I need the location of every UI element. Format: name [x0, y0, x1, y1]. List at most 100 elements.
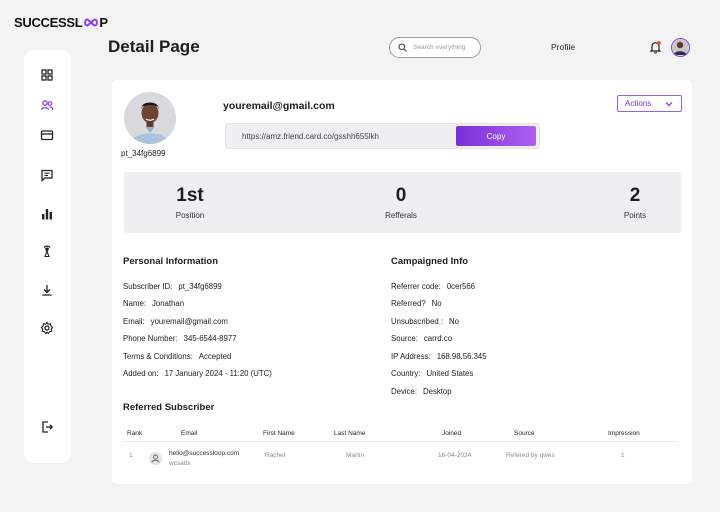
col-rank[interactable]: Rank [127, 430, 142, 437]
download-icon[interactable] [40, 283, 54, 297]
info-label: Device: [391, 387, 417, 396]
users-icon[interactable] [40, 98, 54, 112]
sidebar [24, 50, 71, 463]
stat-referrals: 0 Refferals [361, 185, 441, 220]
info-label: Name: [123, 299, 146, 308]
info-terms: Terms & Conditions: Accepted [123, 352, 231, 361]
stat-label: Points [623, 211, 647, 220]
info-email: Email: youremail@gmail.com [123, 317, 228, 326]
message-icon[interactable] [40, 168, 54, 182]
info-label: Subscriber ID: [123, 282, 173, 291]
info-subscriber-id: Subscriber ID: pt_34fg6899 [123, 282, 222, 291]
info-country: Country: United States [391, 369, 473, 378]
info-label: Referred? [391, 299, 426, 308]
brand-logo: SUCCESSL P [14, 15, 108, 30]
stats-panel: 1st Position 0 Refferals 2 Points [124, 172, 681, 233]
info-phone: Phone Number: 345-6544-8977 [123, 334, 237, 343]
info-value: United States [426, 369, 474, 378]
dashboard-icon[interactable] [40, 68, 54, 82]
user-avatar[interactable] [671, 38, 690, 57]
info-value: No [431, 299, 442, 308]
stat-points: 2 Points [595, 185, 675, 220]
info-device: Device: Desktop [391, 387, 452, 396]
stat-value: 1st [176, 185, 204, 206]
profile-link[interactable]: Profile [551, 42, 575, 52]
brand-name-end: P [99, 15, 108, 30]
cell-first-name: Rachel [265, 452, 286, 459]
user-icon [151, 454, 160, 463]
info-value: youremail@gmail.com [150, 317, 228, 326]
col-source[interactable]: Source [514, 430, 535, 437]
stat-label: Position [175, 211, 205, 220]
broadcast-icon[interactable] [40, 244, 54, 258]
subscriber-photo [124, 92, 176, 144]
info-added-on: Added on: 17 January 2024 - 11:20 (UTC) [123, 369, 272, 378]
cell-joined: 16-04-2024 [438, 452, 472, 459]
col-first-name[interactable]: First Name [263, 430, 295, 437]
search-icon [398, 43, 407, 52]
cell-rank: 1 [129, 452, 133, 459]
info-value: pt_34fg6899 [178, 282, 222, 291]
cell-email-sub: wcsattx [169, 460, 191, 467]
settings-icon[interactable] [40, 321, 54, 335]
info-label: Referrer code: [391, 282, 441, 291]
info-value: Jonathan [151, 299, 185, 308]
referral-url[interactable]: https://amz.friend.card.co/gsshh655lkh [242, 132, 379, 141]
info-value: 168.98.56.345 [436, 352, 487, 361]
personal-info-heading: Personal Information [123, 256, 219, 267]
info-referred: Referred? No [391, 299, 442, 308]
stat-value: 0 [395, 185, 407, 206]
table-header: Rank Email First Name Last Name Joined S… [123, 425, 677, 442]
campaign-info-heading: Campaigned Info [391, 256, 469, 267]
referral-link-box: https://amz.friend.card.co/gsshh655lkh C… [225, 123, 540, 149]
referred-subscriber-heading: Referred Subscriber [123, 402, 215, 413]
info-value: 345-6544-8977 [183, 334, 237, 343]
logout-icon[interactable] [40, 420, 54, 434]
bell-icon[interactable] [649, 40, 662, 54]
info-label: IP Address: [391, 352, 431, 361]
info-unsubscribed: Unsubscribed : No [391, 317, 459, 326]
info-value: Desktop [423, 387, 452, 396]
info-value: No [449, 317, 459, 326]
search-input[interactable] [413, 44, 477, 51]
cell-source: Refered by qwes [506, 452, 555, 459]
copy-button[interactable]: Copy [456, 126, 536, 146]
info-label: Email: [123, 317, 145, 326]
page-title: Detail Page [108, 37, 200, 56]
cell-email: hello@successloop.com [169, 450, 240, 457]
bar-chart-icon[interactable] [40, 207, 54, 221]
info-label: Country: [391, 369, 421, 378]
table-row[interactable]: 1 hello@successloop.com wcsattx Rachel M… [123, 442, 677, 470]
stat-label: Refferals [385, 211, 417, 220]
subscriber-email-heading: youremail@gmail.com [223, 100, 335, 112]
infinity-loop-icon [84, 18, 98, 27]
subscriber-detail-card: pt_34fg6899 youremail@gmail.com https://… [112, 80, 692, 484]
row-avatar [149, 452, 162, 465]
info-value: 17 January 2024 - 11:20 (UTC) [164, 369, 272, 378]
info-label: Source: [391, 334, 418, 343]
col-impression[interactable]: Impression [608, 430, 640, 437]
cell-impression: 1 [621, 452, 625, 459]
info-referrer-code: Referrer code: 0cer566 [391, 282, 475, 291]
info-label: Unsubscribed : [391, 317, 444, 326]
info-name: Name: Jonathan [123, 299, 184, 308]
col-last-name[interactable]: Last Name [334, 430, 365, 437]
subscriber-id-label: pt_34fg6899 [121, 149, 166, 158]
info-value: Accepted [198, 352, 232, 361]
cell-last-name: Martin [346, 452, 365, 459]
card-icon[interactable] [40, 128, 54, 142]
col-email[interactable]: Email [181, 430, 197, 437]
info-source: Source: carrd.co [391, 334, 452, 343]
referred-table: Rank Email First Name Last Name Joined S… [123, 425, 677, 470]
info-value: 0cer566 [446, 282, 476, 291]
actions-dropdown[interactable]: Actions [617, 95, 682, 112]
subscriber-avatar [124, 92, 176, 144]
info-value: carrd.co [423, 334, 453, 343]
info-label: Added on: [123, 369, 159, 378]
brand-name: SUCCESSL [14, 15, 83, 30]
chevron-down-icon [665, 102, 673, 107]
info-label: Phone Number: [123, 334, 178, 343]
col-joined[interactable]: Joined [442, 430, 461, 437]
search-box[interactable] [389, 37, 481, 58]
info-ip-address: IP Address: 168.98.56.345 [391, 352, 487, 361]
